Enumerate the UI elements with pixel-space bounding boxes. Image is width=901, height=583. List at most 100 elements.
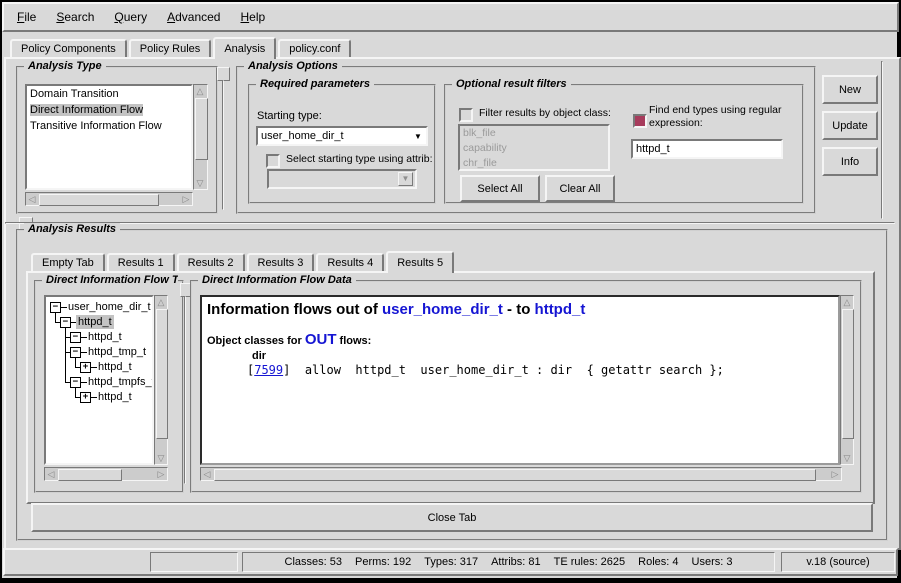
results-tab-empty-tab[interactable]: Empty Tab bbox=[31, 253, 105, 271]
close-tab-button[interactable]: Close Tab bbox=[31, 503, 873, 532]
info-button[interactable]: Info bbox=[822, 147, 878, 176]
flow-subheading: Object classes for OUT flows: bbox=[207, 331, 838, 348]
flow-data-groupbox: Direct Information Flow Data Information… bbox=[190, 280, 862, 493]
scrollbar-thumb[interactable] bbox=[214, 469, 816, 481]
rule-id-link[interactable]: 7599 bbox=[254, 363, 283, 377]
attrib-combobox-disabled[interactable]: ▼ bbox=[267, 169, 417, 189]
menu-item-help[interactable]: Help bbox=[230, 8, 275, 26]
attrib-checkbox[interactable] bbox=[266, 154, 280, 168]
results-tab-results-5[interactable]: Results 5 bbox=[386, 251, 454, 273]
analysis-type-item-domain-transition[interactable]: Domain Transition bbox=[27, 86, 191, 102]
tree-expander-collapse-icon[interactable]: − bbox=[60, 317, 71, 328]
object-class-list[interactable]: blk_filecapabilitychr_file bbox=[458, 124, 610, 171]
object-class-item-blk-file[interactable]: blk_file bbox=[460, 126, 608, 141]
regex-checkbox-row bbox=[633, 113, 647, 128]
clear-all-button[interactable]: Clear All bbox=[545, 175, 615, 202]
menu-item-query[interactable]: Query bbox=[104, 8, 157, 26]
tree-connector bbox=[55, 313, 56, 323]
scroll-up-icon[interactable]: △ bbox=[841, 296, 853, 308]
tab-analysis[interactable]: Analysis bbox=[213, 37, 276, 59]
tree-node-httpd-t[interactable]: httpd_t bbox=[76, 315, 114, 329]
results-tab-results-2[interactable]: Results 2 bbox=[177, 253, 245, 271]
menu-item-file[interactable]: File bbox=[7, 8, 46, 26]
scroll-right-icon[interactable]: ▷ bbox=[829, 468, 841, 480]
tree-expander-expand-icon[interactable]: + bbox=[80, 392, 91, 403]
regex-input[interactable] bbox=[631, 139, 783, 159]
tree-node-httpd-t[interactable]: httpd_t bbox=[96, 360, 134, 374]
tree-connector bbox=[75, 388, 76, 398]
analysis-type-item-transitive-information-flow[interactable]: Transitive Information Flow bbox=[27, 118, 191, 134]
flow-tree-vscrollbar[interactable]: △ ▽ bbox=[154, 295, 168, 465]
results-sash-line[interactable] bbox=[184, 296, 186, 484]
object-class-item-chr-file[interactable]: chr_file bbox=[460, 156, 608, 171]
status-panel-empty bbox=[150, 552, 238, 572]
scrollbar-thumb[interactable] bbox=[195, 98, 208, 160]
scroll-down-icon[interactable]: ▽ bbox=[194, 177, 206, 189]
dropdown-arrow-icon[interactable]: ▼ bbox=[398, 172, 413, 186]
scrollbar-thumb[interactable] bbox=[156, 309, 168, 439]
te-rule-line: [7599] allow httpd_t user_home_dir_t : d… bbox=[247, 363, 838, 377]
horizontal-sash-line[interactable] bbox=[5, 222, 895, 224]
analysis-type-list[interactable]: Domain TransitionDirect Information Flow… bbox=[25, 84, 193, 190]
object-class-item-capability[interactable]: capability bbox=[460, 141, 608, 156]
tree-expander-collapse-icon[interactable]: − bbox=[70, 347, 81, 358]
menu-item-advanced[interactable]: Advanced bbox=[157, 8, 230, 26]
tree-expander-collapse-icon[interactable]: − bbox=[50, 302, 61, 313]
attrib-checkbox-label: Select starting type using attrib: bbox=[286, 153, 433, 165]
scroll-left-icon[interactable]: ◁ bbox=[201, 468, 213, 480]
tree-expander-expand-icon[interactable]: + bbox=[80, 362, 91, 373]
scroll-up-icon[interactable]: △ bbox=[194, 85, 206, 97]
flow-tree-hscrollbar[interactable]: ◁ ▷ bbox=[44, 467, 168, 481]
tree-node-httpd-t[interactable]: httpd_t bbox=[96, 390, 134, 404]
tree-node-user-home-dir-t[interactable]: user_home_dir_t bbox=[66, 300, 153, 314]
tree-node-httpd-t[interactable]: httpd_t bbox=[86, 330, 124, 344]
tab-policy-rules[interactable]: Policy Rules bbox=[129, 39, 212, 57]
flow-data-title: Direct Information Flow Data bbox=[198, 274, 356, 286]
results-tab-results-1[interactable]: Results 1 bbox=[107, 253, 175, 271]
regex-checkbox[interactable] bbox=[633, 114, 647, 128]
policy-version: v.18 (source) bbox=[806, 556, 869, 568]
apol-window: FileSearchQueryAdvancedHelp Policy Compo… bbox=[0, 0, 901, 583]
tree-node-httpd-tmpfs-t[interactable]: httpd_tmpfs_t bbox=[86, 375, 154, 389]
scroll-down-icon[interactable]: ▽ bbox=[841, 452, 853, 464]
scrollbar-thumb[interactable] bbox=[58, 469, 122, 481]
object-class-checkbox-row: Filter results by object class: bbox=[459, 107, 611, 122]
tab-policy-conf[interactable]: policy.conf bbox=[278, 39, 351, 57]
scroll-right-icon[interactable]: ▷ bbox=[155, 468, 167, 480]
scroll-down-icon[interactable]: ▽ bbox=[155, 452, 167, 464]
menu-item-search[interactable]: Search bbox=[46, 8, 104, 26]
object-class-name: dir bbox=[252, 350, 838, 362]
scroll-left-icon[interactable]: ◁ bbox=[45, 468, 57, 480]
vertical-sash-handle[interactable] bbox=[217, 67, 230, 81]
analysis-options-title: Analysis Options bbox=[244, 60, 342, 72]
flow-tree[interactable]: −user_home_dir_t−httpd_t−httpd_t−httpd_t… bbox=[44, 295, 154, 465]
tree-expander-collapse-icon[interactable]: − bbox=[70, 332, 81, 343]
main-tab-bar: Policy ComponentsPolicy RulesAnalysispol… bbox=[10, 35, 353, 57]
flow-data-vscrollbar[interactable]: △ ▽ bbox=[840, 295, 854, 465]
regex-label-line2: expression: bbox=[649, 117, 782, 130]
scroll-left-icon[interactable]: ◁ bbox=[26, 193, 38, 205]
flow-data-textarea[interactable]: Information flows out of user_home_dir_t… bbox=[200, 295, 840, 465]
object-class-checkbox[interactable] bbox=[459, 108, 473, 122]
flow-target-type: httpd_t bbox=[535, 301, 586, 318]
menu-bar: FileSearchQueryAdvancedHelp bbox=[2, 2, 899, 32]
dropdown-arrow-icon[interactable]: ▼ bbox=[410, 132, 426, 141]
tree-node-httpd-tmp-t[interactable]: httpd_tmp_t bbox=[86, 345, 148, 359]
vertical-sash-line[interactable] bbox=[222, 80, 224, 210]
results-tab-results-4[interactable]: Results 4 bbox=[316, 253, 384, 271]
update-button[interactable]: Update bbox=[822, 111, 878, 140]
scroll-right-icon[interactable]: ▷ bbox=[180, 193, 192, 205]
analysis-type-hscrollbar[interactable]: ◁ ▷ bbox=[25, 192, 193, 206]
starting-type-combobox[interactable]: user_home_dir_t ▼ bbox=[256, 126, 428, 146]
scroll-up-icon[interactable]: △ bbox=[155, 296, 167, 308]
tree-expander-collapse-icon[interactable]: − bbox=[70, 377, 81, 388]
select-all-button[interactable]: Select All bbox=[460, 175, 540, 202]
tab-policy-components[interactable]: Policy Components bbox=[10, 39, 127, 57]
results-tab-results-3[interactable]: Results 3 bbox=[247, 253, 315, 271]
scrollbar-thumb[interactable] bbox=[39, 194, 159, 206]
analysis-type-vscrollbar[interactable]: △ ▽ bbox=[193, 84, 208, 190]
analysis-type-item-direct-information-flow[interactable]: Direct Information Flow bbox=[27, 102, 191, 118]
scrollbar-thumb[interactable] bbox=[842, 309, 854, 439]
flow-data-hscrollbar[interactable]: ◁ ▷ bbox=[200, 467, 842, 481]
new-button[interactable]: New bbox=[822, 75, 878, 104]
